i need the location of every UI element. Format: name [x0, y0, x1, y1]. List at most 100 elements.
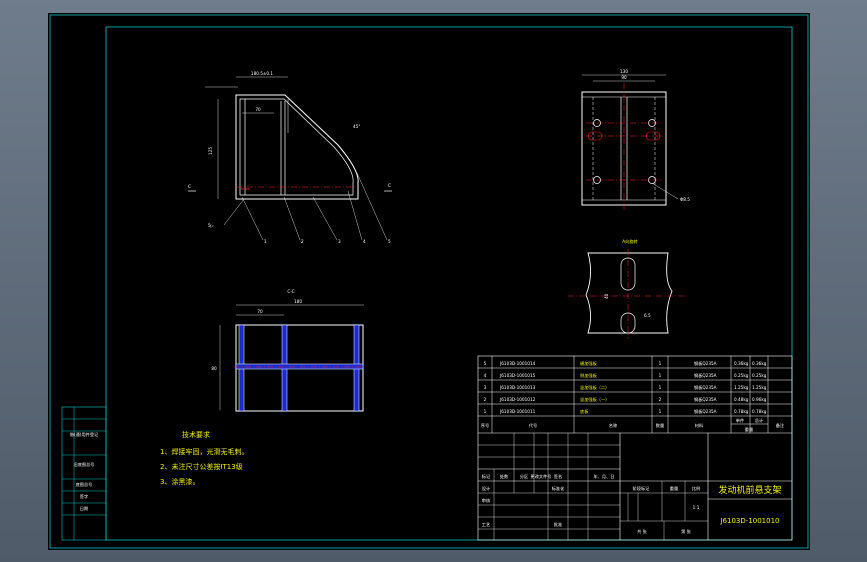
tb-role-design: 设计: [482, 485, 490, 492]
svg-text:竖加强板（二）: 竖加强板（二）: [580, 384, 609, 391]
svg-text:J6103D-1001013: J6103D-1001013: [499, 385, 536, 390]
left-panel-row-4: 签字: [80, 493, 88, 499]
dim-angle: 45°: [353, 124, 360, 129]
svg-text:1: 1: [484, 409, 487, 414]
note-3: 3、涂黑漆。: [160, 477, 199, 486]
svg-text:1.25kg: 1.25kg: [734, 385, 749, 390]
bom-row: 4 J6103D-1001015 侧加强板 1 钢板Q235A 0.25kg 0…: [484, 372, 767, 379]
left-panel: 借(通)用件登记 旧底图总号 底图总号 签字 日期: [61, 406, 107, 541]
tb-sheet: 第 张: [681, 528, 692, 535]
left-panel-row-1: 借(通)用件登记: [70, 431, 99, 438]
svg-text:底板: 底板: [580, 408, 589, 415]
drawing-number: J6103D-1001010: [720, 517, 780, 525]
title-block: 5 J6103D-1001014 横加强板 1 钢板Q235A 0.36kg 0…: [477, 355, 793, 541]
front-view: 180.5±0.1 125 70 45° C C 5▷ 1 2 3 4 5: [188, 71, 392, 244]
dim-section-inner: 70: [257, 309, 263, 314]
svg-text:J6103D-1001011: J6103D-1001011: [499, 409, 536, 414]
svg-text:0.36kg: 0.36kg: [752, 361, 767, 366]
left-panel-row-3: 底图总号: [76, 481, 93, 488]
svg-text:数量: 数量: [656, 422, 664, 429]
svg-text:名称: 名称: [609, 422, 617, 429]
left-panel-row-5: 日期: [80, 506, 88, 512]
svg-text:5: 5: [484, 361, 487, 366]
svg-text:1: 1: [659, 361, 662, 366]
tb-label-change: 更改文件号: [531, 473, 552, 480]
svg-text:0.36kg: 0.36kg: [734, 361, 749, 366]
section-marker-right: C: [388, 183, 391, 188]
balloon-5: 5: [388, 239, 391, 244]
drawing-title: 发动机前悬支架: [718, 484, 781, 496]
svg-text:重量: 重量: [745, 426, 753, 433]
svg-text:1: 1: [659, 373, 662, 378]
drawing-sheet: 借(通)用件登记 旧底图总号 底图总号 签字 日期 180.5±0.1 125 …: [48, 13, 810, 550]
svg-text:J6103D-1001015: J6103D-1001015: [499, 373, 536, 378]
svg-text:竖加强板（一）: 竖加强板（一）: [580, 396, 609, 403]
tb-role-standard: 标准化: [552, 485, 565, 492]
balloon-4: 4: [363, 239, 366, 244]
svg-text:0.78kg: 0.78kg: [752, 409, 767, 414]
dim-right-width: 130: [620, 69, 628, 74]
left-panel-row-2: 旧底图总号: [74, 461, 95, 468]
tb-label-count: 处数: [500, 473, 509, 480]
svg-text:横加强板: 横加强板: [580, 360, 598, 367]
dim-section-height: 80: [211, 366, 217, 371]
section-label: C-C: [287, 289, 294, 294]
svg-text:0.25kg: 0.25kg: [734, 373, 749, 378]
svg-text:序号: 序号: [481, 422, 489, 429]
bom-row: 1 J6103D-1001011 底板 1 钢板Q235A 0.78kg 0.7…: [484, 408, 767, 415]
tb-sheets: 共 张: [637, 528, 648, 535]
tb-label-mark: 标记: [482, 473, 491, 480]
svg-text:单件: 单件: [736, 417, 744, 424]
svg-text:0.25kg: 0.25kg: [752, 373, 767, 378]
svg-text:备注: 备注: [776, 422, 785, 429]
tb-label-sign: 签名: [554, 473, 562, 480]
balloon-3: 3: [338, 239, 341, 244]
svg-text:0.78kg: 0.78kg: [734, 409, 749, 414]
svg-text:J6103D-1001012: J6103D-1001012: [499, 397, 536, 402]
tb-scale-label: 比例: [692, 485, 700, 492]
bom-header: 序号 代号 名称 数量 材料 单件 总计 备注 重量: [481, 417, 785, 433]
dim-section-width: 180: [294, 299, 302, 304]
balloon-2: 2: [301, 239, 304, 244]
tb-stage-label: 阶段标记: [633, 485, 651, 492]
section-marker-left: C: [188, 184, 191, 189]
svg-text:钢板Q235A: 钢板Q235A: [694, 360, 717, 367]
tb-label-zone: 分区: [520, 473, 528, 480]
dim-slot-width: 6.5: [644, 313, 651, 318]
tb-weight-label: 重量: [670, 485, 678, 492]
svg-text:2: 2: [484, 397, 487, 402]
svg-text:0.48kg: 0.48kg: [734, 397, 749, 402]
svg-text:钢板Q235A: 钢板Q235A: [694, 384, 717, 391]
right-view: 130 90 Φ8.5: [581, 69, 690, 211]
tb-label-date: 年、月、日: [594, 473, 615, 480]
svg-text:代号: 代号: [529, 422, 537, 429]
svg-text:1.25kg: 1.25kg: [752, 385, 767, 390]
svg-text:J6103D-1001014: J6103D-1001014: [499, 361, 536, 366]
svg-text:1: 1: [659, 385, 662, 390]
technical-notes: 技术要求 1、焊接牢固，光滑无毛刺。 2、未注尺寸公差按IT13级 3、涂黑漆。: [160, 430, 248, 486]
dim-front-inner: 70: [255, 107, 261, 112]
note-1: 1、焊接牢固，光滑无毛刺。: [160, 447, 248, 456]
dim-right-inner: 90: [621, 75, 627, 80]
a-direction-view: A向旋转 40 6.5: [568, 238, 688, 339]
tb-role-process: 工艺: [482, 522, 490, 527]
tb-role-check: 审核: [482, 497, 491, 504]
svg-text:2: 2: [659, 397, 662, 402]
dim-slot: 40: [604, 293, 609, 299]
svg-text:3: 3: [484, 385, 487, 390]
notes-title: 技术要求: [182, 430, 210, 439]
section-view: C-C 180 70 80: [211, 289, 366, 412]
dim-hole: Φ8.5: [680, 197, 690, 202]
dim-front-height: 125: [208, 147, 213, 155]
weld-symbol: 5▷: [208, 223, 215, 228]
tb-role-approve: 批准: [554, 521, 562, 528]
svg-text:材料: 材料: [695, 422, 704, 429]
dim-front-width: 180.5±0.1: [251, 71, 273, 76]
bom-row: 2 J6103D-1001012 竖加强板（一） 2 钢板Q235A 0.48k…: [484, 396, 767, 403]
view-a-label: A向旋转: [622, 238, 637, 245]
svg-text:钢板Q235A: 钢板Q235A: [694, 408, 717, 415]
svg-text:侧加强板: 侧加强板: [580, 372, 598, 379]
svg-text:4: 4: [484, 373, 487, 378]
svg-text:0.96kg: 0.96kg: [752, 397, 767, 402]
cad-drawing: 借(通)用件登记 旧底图总号 底图总号 签字 日期 180.5±0.1 125 …: [49, 14, 809, 549]
